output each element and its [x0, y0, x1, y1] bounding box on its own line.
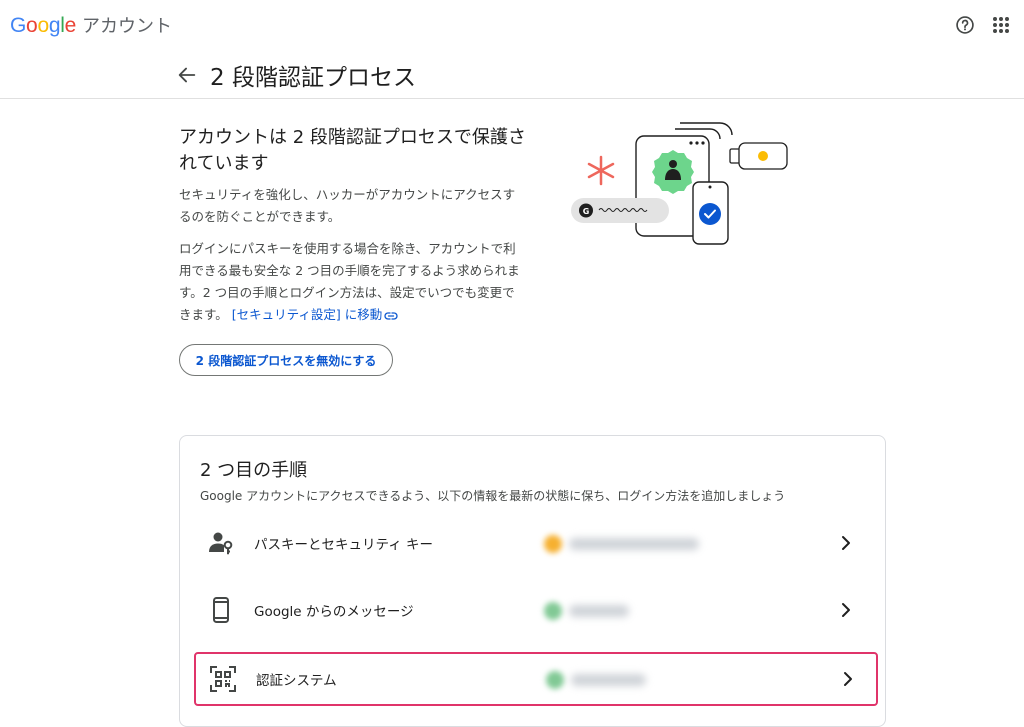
apps-grid-icon[interactable] — [989, 13, 1013, 37]
second-steps-subtitle: Google アカウントにアクセスできるよう、以下の情報を最新の状態に保ち、ログ… — [200, 489, 786, 503]
google-account-logo[interactable]: Google アカウント — [10, 12, 172, 38]
passkeys-status-dot — [544, 535, 562, 553]
top-bar: Google アカウント — [0, 0, 1024, 50]
security-settings-link-label: [セキュリティ設定] に移動 — [231, 307, 383, 322]
passkeys-security-keys-row[interactable]: パスキーとセキュリティ キー — [194, 518, 874, 568]
security-illustration: G — [555, 122, 795, 252]
google-prompts-status-redacted — [569, 605, 629, 617]
authenticator-status-dot — [546, 671, 564, 689]
product-name: アカウント — [81, 16, 172, 37]
second-steps-heading: 2 つ目の手順 — [200, 460, 308, 481]
link-icon — [384, 311, 398, 320]
passkeys-label: パスキーとセキュリティ キー — [254, 537, 433, 553]
disable-2sv-button[interactable]: 2 段階認証プロセスを無効にする — [179, 344, 393, 376]
authenticator-label: 認証システム — [256, 673, 337, 689]
passkeys-status-redacted — [569, 538, 699, 550]
chevron-right-icon — [840, 670, 856, 688]
google-logo: Google — [10, 14, 76, 37]
google-prompts-row[interactable]: Google からのメッセージ — [194, 585, 874, 635]
page-title: 2 段階認証プロセス — [210, 65, 416, 91]
back-arrow-icon[interactable] — [176, 64, 198, 86]
protection-heading: アカウントは 2 段階認証プロセスで保護されています — [179, 127, 526, 174]
second-steps-card: 2 つ目の手順 Google アカウントにアクセスできるよう、以下の情報を最新の… — [179, 435, 886, 727]
security-settings-link[interactable]: [セキュリティ設定] に移動 — [232, 307, 398, 322]
authenticator-status-redacted — [571, 674, 646, 686]
chevron-right-icon — [838, 534, 854, 552]
person-key-icon — [208, 530, 234, 556]
svg-text:G: G — [583, 207, 590, 216]
google-prompts-label: Google からのメッセージ — [254, 604, 414, 620]
help-circle-icon[interactable] — [953, 13, 977, 37]
authenticator-row[interactable]: 認証システム — [194, 652, 878, 706]
google-prompts-status-dot — [544, 602, 562, 620]
intro-paragraph: セキュリティを強化し、ハッカーがアカウントにアクセスするのを防ぐことができます。 — [179, 187, 516, 224]
page-header: 2 段階認証プロセス — [0, 50, 1024, 99]
chevron-right-icon — [838, 601, 854, 619]
qr-code-icon — [210, 666, 236, 692]
smartphone-icon — [208, 597, 234, 623]
info-paragraph: ログインにパスキーを使用する場合を除き、アカウントで利用できる最も安全な 2 つ… — [179, 238, 524, 326]
